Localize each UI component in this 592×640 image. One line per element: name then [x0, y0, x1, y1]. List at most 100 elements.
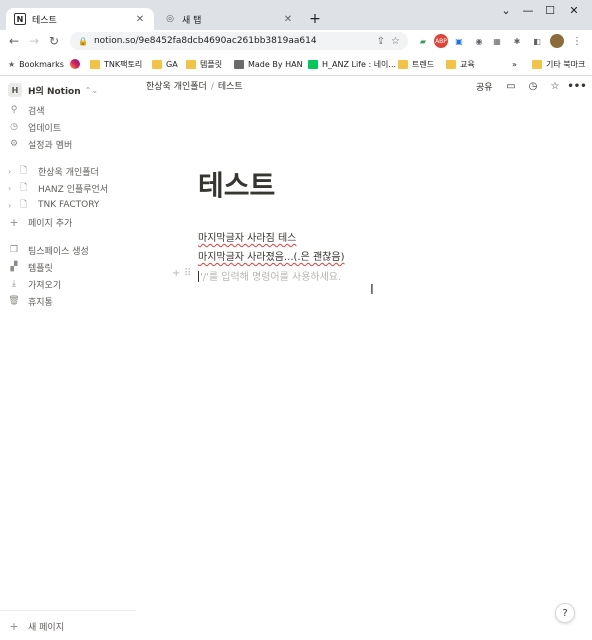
- chevron-right-icon[interactable]: ›: [8, 201, 18, 210]
- minimize-button[interactable]: —: [518, 2, 538, 18]
- drag-handle-icon[interactable]: ⠿: [184, 268, 191, 279]
- search-icon: ⚲: [10, 105, 18, 115]
- image-icon: [234, 59, 244, 69]
- sidebar-item-search[interactable]: ⚲ 검색: [8, 102, 45, 118]
- chevron-right-icon[interactable]: ›: [8, 184, 18, 193]
- forward-button[interactable]: →: [26, 33, 42, 49]
- window-close-button[interactable]: ✕: [564, 2, 584, 18]
- tab-new[interactable]: ◎ 새 탭 ✕: [156, 8, 302, 30]
- sidebar-page-personal[interactable]: › 🗋 한상욱 개인폴더: [8, 163, 99, 179]
- tab-title: 테스트: [32, 15, 57, 26]
- share-button[interactable]: 공유: [476, 79, 493, 93]
- help-button[interactable]: ?: [555, 603, 575, 623]
- text-line: 마지막글자 사라짐 테스: [198, 233, 297, 244]
- bookmarks-bar: ★ Bookmarks TNK팩토리 GA 템플릿 Made By HAN H_…: [0, 52, 592, 76]
- import-icon: ⤓: [12, 279, 16, 289]
- url-text: notion.so/9e8452fa8dcb4690ac261bb3819aa6…: [93, 36, 317, 46]
- sidebar-item-teamspace[interactable]: ❐ 팀스페이스 생성: [8, 242, 89, 258]
- sidebar-page-hanz[interactable]: › 🗋 HANZ 인플루언서: [8, 180, 108, 196]
- bookmark-tnk[interactable]: TNK팩토리: [90, 56, 142, 72]
- text-line: 마지막글자 사라졌음...(.은 괜찮음): [198, 252, 345, 263]
- workspace-switcher[interactable]: H H의 Notion ⌃⌄: [8, 80, 98, 100]
- new-page-button[interactable]: + 새 페이지: [8, 618, 64, 634]
- page-icon: 🗋: [20, 166, 28, 176]
- history-clock-icon[interactable]: ◷: [526, 79, 540, 93]
- share-icon[interactable]: ⇪: [377, 36, 385, 47]
- abp-icon[interactable]: ABP: [434, 34, 448, 48]
- sidebar-item-import[interactable]: ⤓ 가져오기: [8, 276, 61, 292]
- tab-strip: N 테스트 ✕ ◎ 새 탭 ✕ + ⌄ — ☐ ✕: [0, 0, 592, 30]
- more-options-icon[interactable]: •••: [567, 79, 586, 93]
- sidebar-item-trash[interactable]: 🗑 휴지통: [8, 293, 53, 309]
- chevron-right-icon[interactable]: ›: [8, 167, 18, 176]
- browser-toolbar: ← → ↻ 🔒 notion.so/9e8452fa8dcb4690ac261b…: [0, 30, 592, 52]
- extension-blue-icon[interactable]: ▣: [452, 34, 466, 48]
- page-icon: 🗋: [20, 200, 28, 210]
- close-icon[interactable]: ✕: [282, 14, 294, 25]
- extension-grid-icon[interactable]: ▦: [490, 34, 504, 48]
- plus-icon: +: [9, 215, 19, 229]
- gear-icon: ⚙: [9, 139, 19, 149]
- maximize-button[interactable]: ☐: [540, 2, 560, 18]
- add-block-plus-icon[interactable]: +: [172, 268, 180, 279]
- bookmark-template[interactable]: 템플릿: [186, 56, 222, 72]
- close-icon[interactable]: ✕: [134, 14, 146, 25]
- sidebar-page-tnk[interactable]: › 🗋 TNK FACTORY: [8, 197, 99, 213]
- chevron-down-icon[interactable]: ⌄: [496, 2, 516, 18]
- favorite-star-icon[interactable]: ☆: [548, 79, 562, 93]
- tab-test[interactable]: N 테스트 ✕: [6, 8, 154, 30]
- reload-button[interactable]: ↻: [46, 33, 62, 49]
- bookmark-hanz-life[interactable]: H_ANZ Life : 네이...: [308, 56, 396, 72]
- bookmark-other[interactable]: 기타 북마크: [532, 56, 585, 72]
- page-icon: 🗋: [20, 183, 28, 193]
- bookmark-ga[interactable]: GA: [152, 56, 178, 72]
- back-button[interactable]: ←: [6, 33, 22, 49]
- sidebar: H H의 Notion ⌃⌄ ⚲ 검색 ◷ 업데이트 ⚙ 설정과 멤버 › 🗋 …: [0, 76, 136, 640]
- clock-icon: ◷: [10, 122, 18, 132]
- block-placeholder: '/'를 입력해 명령어를 사용하세요.: [200, 272, 342, 283]
- sidebar-footer: + 새 페이지: [0, 610, 136, 640]
- workspace-name: H의 Notion: [28, 86, 81, 97]
- bookmark-star-icon[interactable]: ☆: [391, 36, 400, 47]
- sidebar-item-templates[interactable]: ▞ 템플릿: [8, 259, 53, 275]
- instagram-icon: [70, 59, 80, 69]
- chrome-favicon-icon: ◎: [166, 14, 174, 24]
- text-block[interactable]: 마지막글자 사라졌음...(.은 괜찮음): [198, 248, 344, 263]
- bookmark-made-by-han[interactable]: Made By HAN: [234, 56, 303, 72]
- naver-icon: [308, 59, 318, 69]
- avatar[interactable]: [550, 34, 564, 48]
- bookmark-trend[interactable]: 트렌드: [398, 56, 434, 72]
- sidepanel-icon[interactable]: ◧: [530, 34, 544, 48]
- new-tab-button[interactable]: +: [306, 10, 324, 28]
- puzzle-icon[interactable]: ✱: [510, 34, 524, 48]
- sidebar-item-settings[interactable]: ⚙ 설정과 멤버: [8, 136, 72, 152]
- bookmark-instagram[interactable]: [70, 56, 84, 72]
- text-block[interactable]: 마지막글자 사라짐 테스: [198, 229, 296, 244]
- sidebar-add-page[interactable]: + 페이지 추가: [8, 214, 72, 230]
- camera-icon[interactable]: ◉: [472, 34, 486, 48]
- tab-title: 새 탭: [182, 15, 202, 26]
- sidebar-item-updates[interactable]: ◷ 업데이트: [8, 119, 61, 135]
- folder-icon: [398, 59, 408, 69]
- page-title[interactable]: 테스트: [198, 164, 275, 204]
- folder-icon: [152, 59, 162, 69]
- address-bar[interactable]: 🔒 notion.so/9e8452fa8dcb4690ac261bb3819a…: [70, 32, 408, 50]
- bookmarks-overflow[interactable]: »: [512, 56, 517, 72]
- browser-chrome: N 테스트 ✕ ◎ 새 탭 ✕ + ⌄ — ☐ ✕ ← → ↻ 🔒 notion…: [0, 0, 592, 76]
- breadcrumb-item[interactable]: 한상욱 개인폴더: [146, 82, 207, 92]
- folder-icon: [446, 59, 456, 69]
- comment-icon[interactable]: ▭: [504, 79, 518, 93]
- chevron-updown-icon: ⌃⌄: [84, 85, 99, 95]
- bookmark-bookmarks[interactable]: ★ Bookmarks: [8, 56, 64, 72]
- folder-icon: [532, 59, 542, 69]
- extension-green-icon[interactable]: ▰: [416, 34, 430, 48]
- plus-icon: +: [9, 619, 19, 633]
- bookmark-education[interactable]: 교육: [446, 56, 475, 72]
- template-icon: ▞: [10, 262, 18, 272]
- menu-icon[interactable]: ⋮: [570, 34, 584, 48]
- lock-icon: 🔒: [78, 36, 88, 46]
- empty-block[interactable]: '/'를 입력해 명령어를 사용하세요.: [198, 268, 341, 283]
- breadcrumb-separator: /: [210, 82, 214, 92]
- breadcrumb-item[interactable]: 테스트: [218, 82, 243, 92]
- page-topbar: 한상욱 개인폴더 / 테스트 공유 ▭ ◷ ☆ •••: [136, 76, 592, 96]
